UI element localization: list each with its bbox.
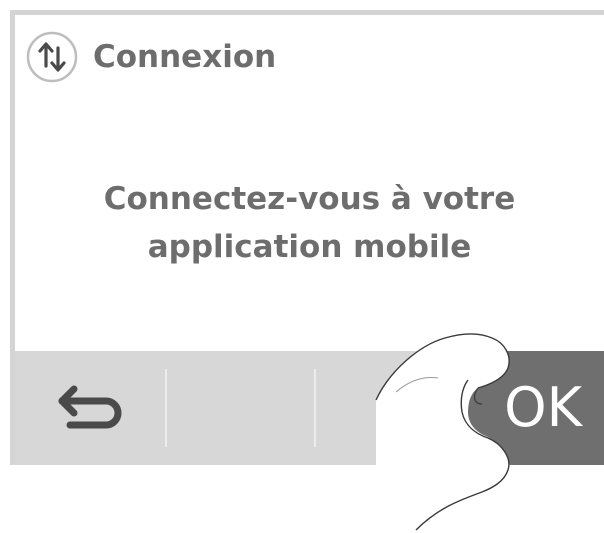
message-line-1: Connectez-vous à votre — [103, 181, 516, 217]
instruction-message: Connectez-vous à votre application mobil… — [15, 175, 604, 271]
device-screen: Connexion Connectez-vous à votre applica… — [10, 10, 604, 465]
ok-button[interactable]: OK — [424, 351, 604, 465]
message-line-2: application mobile — [147, 229, 472, 265]
empty-button-slot — [167, 351, 317, 465]
up-down-arrows-icon — [26, 31, 78, 83]
ok-button-label: OK — [504, 376, 582, 439]
back-arrow-icon — [58, 385, 122, 429]
bottom-button-bar: OK — [15, 351, 604, 465]
button-divider — [314, 369, 316, 447]
back-button[interactable] — [15, 351, 165, 465]
screen-header: Connexion — [25, 27, 276, 87]
page-title: Connexion — [93, 39, 277, 75]
